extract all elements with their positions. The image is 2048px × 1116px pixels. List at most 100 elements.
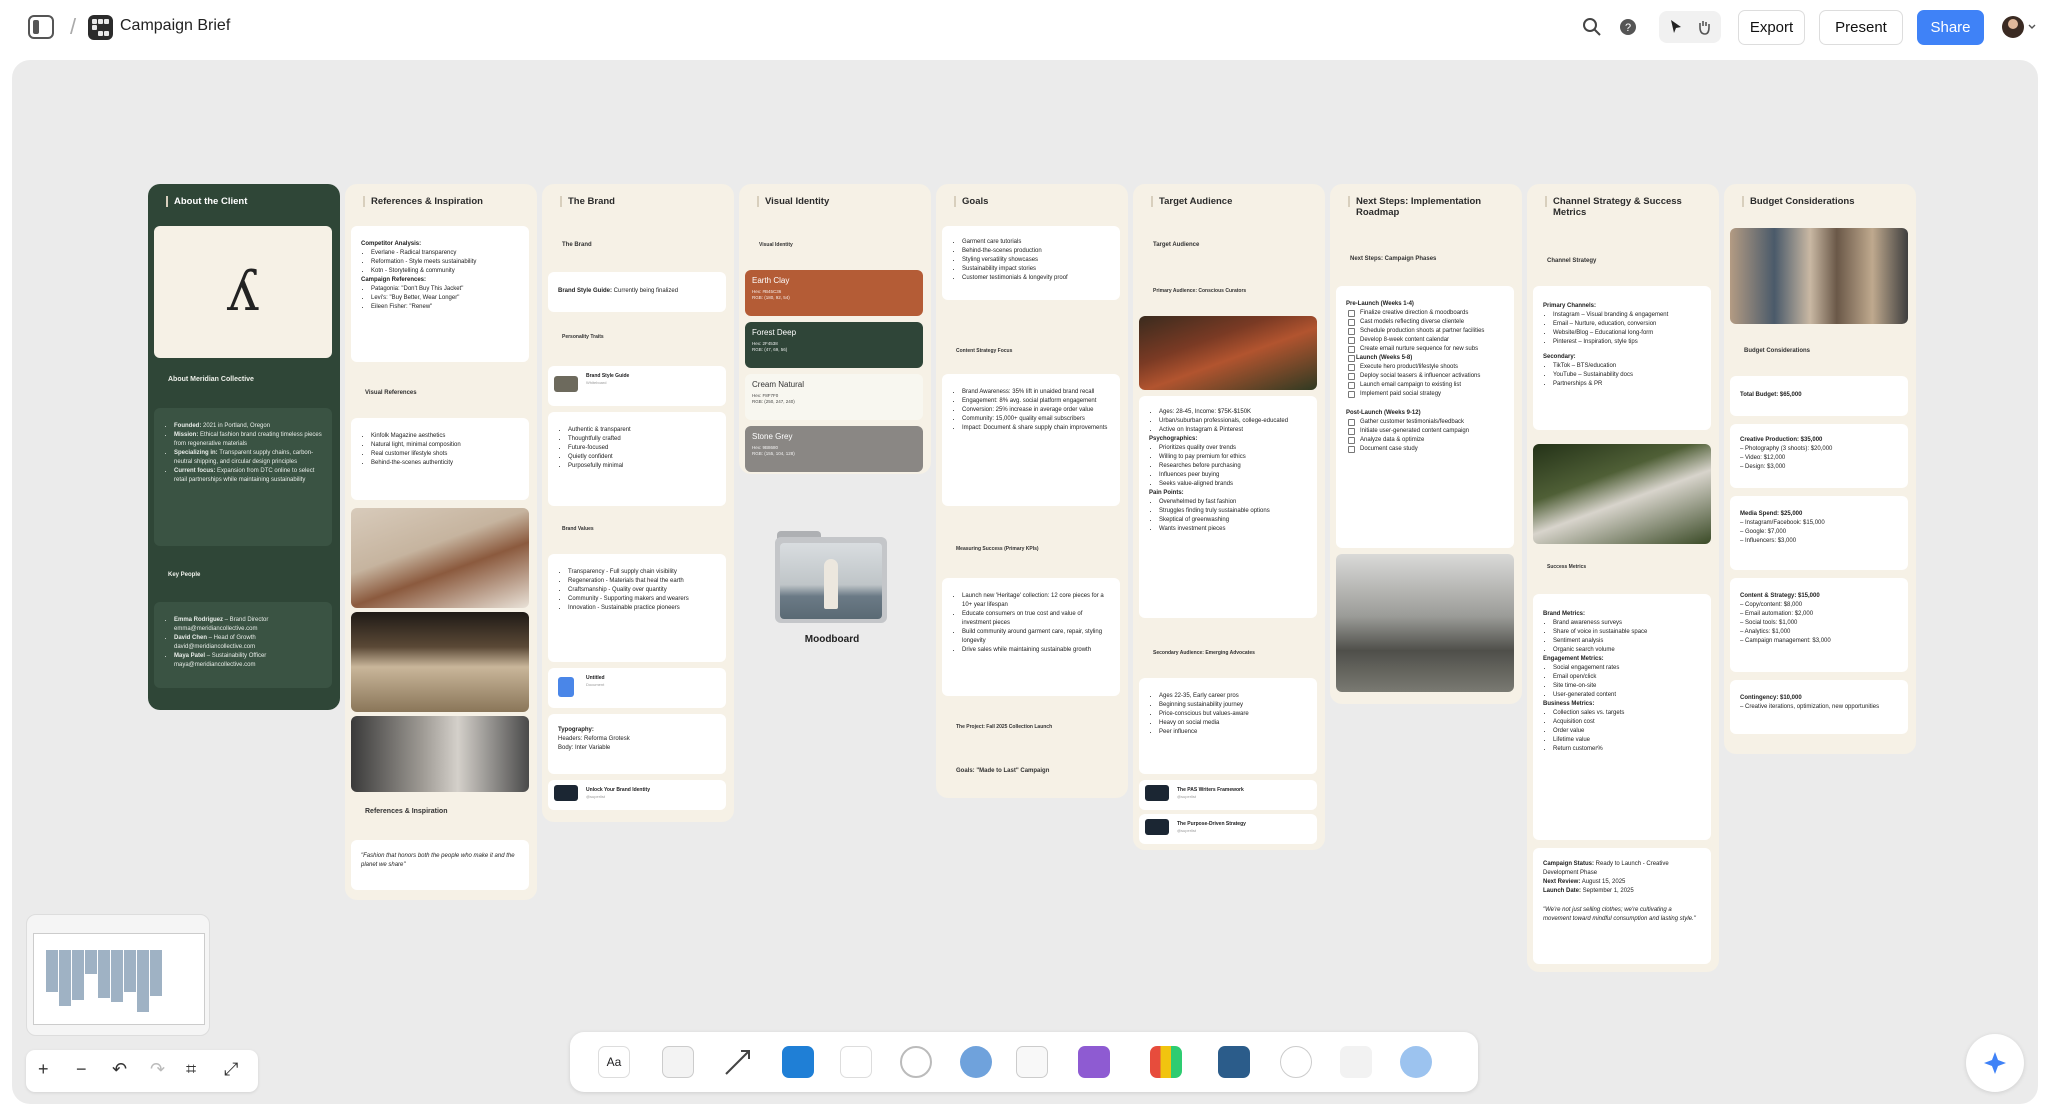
search-icon[interactable]	[1582, 17, 1602, 37]
swatch-cream-natural[interactable]: Cream Natural Hex: F8F7F0 RGB: (250, 247, …	[745, 374, 923, 420]
swatch-earth-clay[interactable]: Earth Clay Hex: #B45C36 RGB: (180, 92, 54)	[745, 270, 923, 316]
table-tool-icon[interactable]	[1016, 1046, 1048, 1078]
section-label: The Project: Fall 2025 Collection Launch	[956, 724, 1053, 730]
minimap-viewport[interactable]	[33, 933, 205, 1025]
pen-tool-icon[interactable]	[1280, 1046, 1312, 1078]
section-label: Visual References	[365, 390, 417, 396]
content-budget-card[interactable]: Content & Strategy: $15,000– Copy/conten…	[1730, 578, 1908, 672]
integration-icon[interactable]	[1218, 1046, 1250, 1078]
zoom-out-icon[interactable]: −	[76, 1059, 87, 1080]
reference-photo[interactable]	[1336, 554, 1514, 692]
crop-icon[interactable]: ⌗	[186, 1059, 196, 1080]
zoom-controls: + − ↶ ↷ ⌗ ⤢	[26, 1050, 258, 1092]
visual-refs-card[interactable]: Kinfolk Magazine aestheticsNatural light…	[351, 418, 529, 500]
comment-tool-icon[interactable]	[960, 1046, 992, 1078]
help-icon[interactable]: ?	[1618, 17, 1638, 37]
secondary-audience-card[interactable]: Ages 22-35, Early career prosBeginning s…	[1139, 678, 1317, 774]
board-title[interactable]: Campaign Brief	[120, 17, 230, 35]
column-next-steps[interactable]: Next Steps: Implementation Roadmap Next …	[1330, 184, 1522, 704]
attachment-icon[interactable]	[1340, 1046, 1372, 1078]
values-card[interactable]: Transparency - Full supply chain visibil…	[548, 554, 726, 662]
contingency-card[interactable]: Contingency: $10,000– Creative iteration…	[1730, 680, 1908, 734]
status-card[interactable]: Campaign Status: Ready to Launch - Creat…	[1533, 848, 1711, 964]
column-budget[interactable]: Budget Considerations Budget Considerati…	[1724, 184, 1916, 754]
doc-thumbnail	[1145, 819, 1169, 835]
checklist-tool-icon[interactable]	[840, 1046, 872, 1078]
ai-assistant-button[interactable]	[1966, 1034, 2024, 1092]
client-logo-card[interactable]: ʎ	[154, 226, 332, 358]
client-logo: ʎ	[227, 259, 259, 324]
kpi-card[interactable]: Launch new 'Heritage' collection: 12 cor…	[942, 578, 1120, 696]
doc-card-style-guide[interactable]: Brand Style Guide Whiteboard	[548, 366, 726, 406]
column-goals[interactable]: Goals Garment care tutorialsBehind-the-s…	[936, 184, 1128, 798]
competitor-card[interactable]: Competitor Analysis: Everlane - Radical …	[351, 226, 529, 362]
undo-icon[interactable]: ↶	[112, 1059, 127, 1080]
metrics-card[interactable]: Brand Metrics: Brand awareness surveysSh…	[1533, 594, 1711, 840]
cursor-icon[interactable]	[1668, 19, 1684, 35]
doc-card-pas-framework[interactable]: The PAS Writers Framework @superlist	[1139, 780, 1317, 810]
fullscreen-icon[interactable]: ⤢	[224, 1059, 238, 1080]
content-strategy-card[interactable]: Brand Awareness: 35% lift in unaided bra…	[942, 374, 1120, 506]
column-title: Next Steps: Implementation Roadmap	[1348, 196, 1506, 218]
reference-photo[interactable]	[351, 508, 529, 608]
zoom-in-icon[interactable]: +	[38, 1059, 49, 1080]
column-title: Goals	[953, 196, 989, 207]
moodboard-folder[interactable]	[775, 529, 889, 625]
total-budget-card[interactable]: Total Budget: $65,000	[1730, 376, 1908, 416]
key-people-card[interactable]: Emma Rodriguez – Brand Directoremma@meri…	[154, 602, 332, 688]
channel-photo[interactable]	[1533, 444, 1711, 544]
redo-icon[interactable]: ↷	[150, 1059, 165, 1080]
reference-photo[interactable]	[351, 716, 529, 792]
minimap[interactable]	[26, 914, 210, 1036]
doc-thumbnail	[1145, 785, 1169, 801]
doc-card-untitled[interactable]: Untitled Document	[548, 668, 726, 708]
folder-label[interactable]: Moodboard	[775, 634, 889, 645]
primary-audience-card[interactable]: Ages: 28-45, Income: $75K-$150KUrban/sub…	[1139, 396, 1317, 618]
note-tool-icon[interactable]	[662, 1046, 694, 1078]
folder-tool-icon[interactable]	[782, 1046, 814, 1078]
section-label: Success Metrics	[1547, 564, 1587, 570]
upload-icon[interactable]	[1400, 1046, 1432, 1078]
typography-card[interactable]: Typography: Headers: Reforma Grotesk Body:…	[548, 714, 726, 774]
column-about-client[interactable]: About the Client ʎ About Meridian Collec…	[148, 184, 340, 710]
goals-card[interactable]: Garment care tutorialsBehind-the-scenes …	[942, 226, 1120, 300]
text-tool-icon[interactable]: Aa	[598, 1046, 630, 1078]
column-channel-strategy[interactable]: Channel Strategy & Success Metrics Chann…	[1527, 184, 1719, 972]
creative-budget-card[interactable]: Creative Production: $35,000– Photograph…	[1730, 424, 1908, 488]
top-bar: / Campaign Brief ? Export Present Share	[0, 0, 2048, 56]
image-tool-icon[interactable]	[1078, 1046, 1110, 1078]
swatch-stone-grey[interactable]: Stone Grey Hex: 9B8680 RGB: (155, 104, 128…	[745, 426, 923, 472]
export-button[interactable]: Export	[1738, 10, 1805, 45]
column-the-brand[interactable]: The Brand The Brand Brand Style Guide: C…	[542, 184, 734, 822]
doc-card-purpose-strategy[interactable]: The Purpose-Driven Strategy @superlist	[1139, 814, 1317, 844]
quote-card[interactable]: "Fashion that honors both the people who…	[351, 840, 529, 890]
arrow-tool-icon[interactable]	[722, 1046, 754, 1078]
sidebar-toggle-icon[interactable]	[28, 15, 54, 39]
column-target-audience[interactable]: Target Audience Target Audience Primary …	[1133, 184, 1325, 850]
reference-photo[interactable]	[351, 612, 529, 712]
client-facts-card[interactable]: Founded: 2021 in Portland, Oregon Missio…	[154, 408, 332, 546]
style-guide-card[interactable]: Brand Style Guide: Currently being final…	[548, 272, 726, 312]
channels-card[interactable]: Primary Channels: Instagram – Visual bra…	[1533, 286, 1711, 430]
link-tool-icon[interactable]	[900, 1046, 932, 1078]
budget-photo[interactable]	[1730, 228, 1908, 324]
doc-card-brand-identity[interactable]: Unlock Your Brand Identity @superlist	[548, 780, 726, 810]
apps-grid-icon[interactable]	[1150, 1046, 1182, 1078]
hand-icon[interactable]	[1696, 19, 1712, 35]
media-budget-card[interactable]: Media Spend: $25,000– Instagram/Facebook…	[1730, 496, 1908, 570]
section-label: Budget Considerations	[1744, 348, 1811, 354]
chevron-down-icon[interactable]	[2028, 24, 2036, 30]
section-label: Next Steps: Campaign Phases	[1350, 256, 1437, 262]
whiteboard-canvas[interactable]: About the Client ʎ About Meridian Collec…	[12, 60, 2038, 1104]
roadmap-card[interactable]: Pre-Launch (Weeks 1-4) Finalize creative…	[1336, 286, 1514, 548]
section-label: The Brand	[562, 242, 592, 248]
share-button[interactable]: Share	[1917, 10, 1984, 45]
column-references[interactable]: References & Inspiration Competitor Anal…	[345, 184, 537, 900]
column-visual-identity[interactable]: Visual Identity Visual Identity Earth Cl…	[739, 184, 931, 474]
minimap-overview	[46, 950, 162, 1012]
audience-photo[interactable]	[1139, 316, 1317, 390]
present-button[interactable]: Present	[1819, 10, 1903, 45]
swatch-forest-deep[interactable]: Forest Deep Hex: 2F4538 RGB: (47, 69, 56)	[745, 322, 923, 368]
traits-card[interactable]: Authentic & transparentThoughtfully craf…	[548, 412, 726, 506]
user-avatar[interactable]	[2002, 16, 2024, 38]
